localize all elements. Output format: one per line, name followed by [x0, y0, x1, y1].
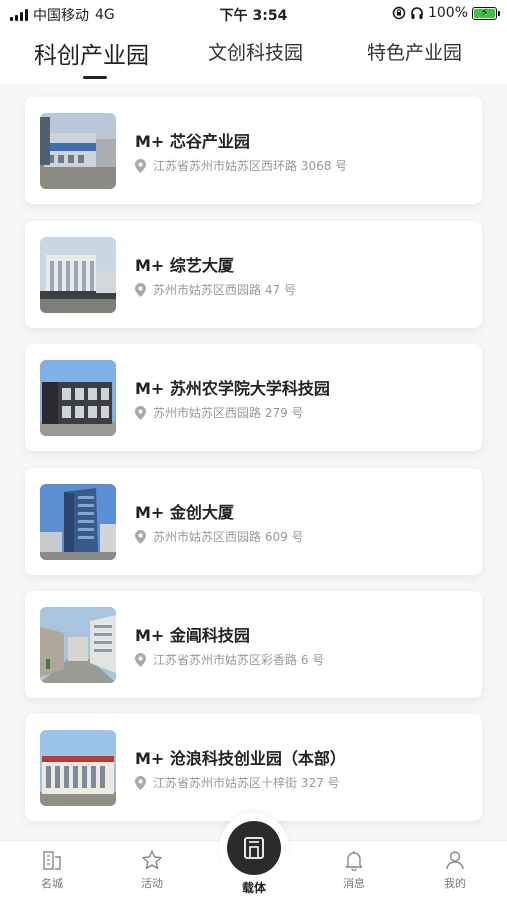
park-name: M+ 苏州农学院大学科技园	[135, 379, 330, 398]
nav-item-city[interactable]: 名城	[22, 849, 82, 891]
building-icon	[244, 837, 264, 859]
tab-featured-industrial-park[interactable]: 特色产业园	[367, 38, 462, 65]
city-icon	[43, 851, 61, 870]
park-address: 苏州市姑苏区西园路 609 号	[153, 530, 304, 544]
park-card[interactable]: M+ 芯谷产业园 江苏省苏州市姑苏区西环路 3068 号	[25, 97, 482, 204]
user-icon	[446, 851, 464, 870]
park-card[interactable]: M+ 金创大厦 苏州市姑苏区西园路 609 号	[25, 468, 482, 575]
tab-tech-innovation-park[interactable]: 科创产业园	[34, 36, 149, 70]
battery-percent: 100%	[427, 5, 468, 21]
park-photo	[40, 484, 116, 560]
tab-cultural-tech-park[interactable]: 文创科技园	[208, 38, 303, 65]
park-address: 苏州市姑苏区西园路 279 号	[153, 406, 304, 420]
nav-label: 我的	[444, 877, 466, 890]
location-pin-icon	[135, 158, 146, 173]
park-address: 江苏省苏州市姑苏区西环路 3068 号	[153, 159, 348, 173]
location-pin-icon	[135, 652, 146, 667]
active-tab-indicator	[83, 76, 107, 79]
park-card[interactable]: M+ 沧浪科技创业园（本部） 江苏省苏州市姑苏区十梓街 327 号	[25, 714, 482, 821]
park-photo	[40, 730, 116, 806]
park-card[interactable]: M+ 苏州农学院大学科技园 苏州市姑苏区西园路 279 号	[25, 344, 482, 451]
park-name: M+ 综艺大厦	[135, 256, 234, 275]
status-bar: 中国移动 4G 下午 3:54 100% ⚡	[0, 0, 507, 28]
park-name: M+ 沧浪科技创业园（本部）	[135, 749, 346, 768]
bell-icon	[345, 851, 363, 871]
nav-item-carrier[interactable]	[227, 821, 281, 875]
nav-item-activities[interactable]: 活动	[122, 849, 182, 891]
location-pin-icon	[135, 282, 146, 297]
rotation-lock-icon	[392, 6, 406, 20]
nav-label: 名城	[41, 877, 63, 890]
park-photo	[40, 237, 116, 313]
location-pin-icon	[135, 775, 146, 790]
park-photo	[40, 360, 116, 436]
category-tabs: 科创产业园 文创科技园 特色产业园	[0, 28, 507, 84]
park-card[interactable]: M+ 综艺大厦 苏州市姑苏区西园路 47 号	[25, 221, 482, 328]
park-name: M+ 金阊科技园	[135, 626, 250, 645]
location-pin-icon	[135, 405, 146, 420]
nav-label: 活动	[141, 877, 163, 890]
park-photo	[40, 607, 116, 683]
nav-label: 消息	[343, 877, 365, 890]
nav-item-messages[interactable]: 消息	[324, 849, 384, 891]
park-address: 江苏省苏州市姑苏区彩香路 6 号	[153, 653, 325, 667]
nav-label-active: 载体	[241, 881, 266, 895]
nav-item-profile[interactable]: 我的	[425, 849, 485, 891]
park-name: M+ 芯谷产业园	[135, 132, 250, 151]
battery-icon: ⚡	[472, 6, 500, 20]
park-photo	[40, 113, 116, 189]
bottom-nav: 名城 活动 载体 消息 我的	[0, 813, 507, 900]
park-address: 苏州市姑苏区西园路 47 号	[153, 283, 296, 297]
location-pin-icon	[135, 529, 146, 544]
headphones-icon	[411, 7, 423, 19]
park-card[interactable]: M+ 金阊科技园 江苏省苏州市姑苏区彩香路 6 号	[25, 591, 482, 698]
star-icon	[142, 850, 162, 870]
park-name: M+ 金创大厦	[135, 503, 234, 522]
park-address: 江苏省苏州市姑苏区十梓街 327 号	[153, 776, 340, 790]
